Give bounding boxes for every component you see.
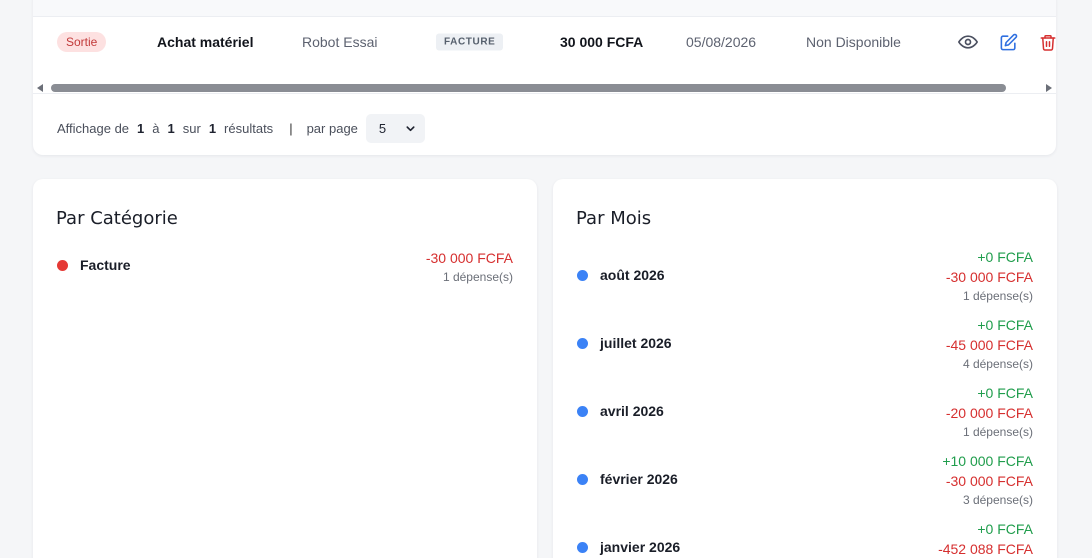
month-income: +0 FCFA: [977, 249, 1033, 265]
type-badge: Sortie: [57, 32, 107, 52]
scroll-right-arrow[interactable]: [1046, 84, 1052, 92]
transaction-title: Achat matériel: [157, 34, 254, 50]
month-name: avril 2026: [600, 403, 664, 419]
month-name: janvier 2026: [600, 539, 681, 555]
chevron-down-icon: [406, 125, 415, 131]
pagination-prefix: Affichage de: [57, 120, 130, 136]
transaction-status: Non Disponible: [806, 34, 901, 50]
month-dot: [577, 542, 588, 553]
category-badge: FACTURE: [436, 33, 504, 51]
month-count: 4 dépense(s): [962, 357, 1033, 371]
transactions-table-card: Sortie Achat matériel Robot Essai FACTUR…: [33, 0, 1056, 155]
month-values: +0 FCFA -45 000 FCFA 4 dépense(s): [946, 315, 1033, 373]
month-summary-card: Par Mois août 2026 +0 FCFA -30 000 FCFA 1 d…: [553, 179, 1057, 558]
pagination-results-word: résultats: [224, 120, 274, 136]
edit-button[interactable]: [997, 31, 1019, 53]
scroll-left-arrow[interactable]: [37, 84, 43, 92]
transaction-amount: 30 000 FCFA: [560, 34, 644, 50]
month-values: +0 FCFA -30 000 FCFA 1 dépense(s): [946, 247, 1033, 305]
month-values: +10 000 FCFA -30 000 FCFA 3 dépense(s): [942, 451, 1033, 509]
month-count: 3 dépense(s): [962, 493, 1033, 507]
pagination-separator: |: [289, 120, 293, 136]
pagination-total: 1: [208, 120, 217, 136]
pagination: Affichage de 1 à 1 sur 1 résultats | par…: [57, 113, 425, 143]
month-expense: -45 000 FCFA: [945, 337, 1033, 353]
edit-icon: [1000, 33, 1017, 50]
category-dot: [57, 260, 68, 271]
scrollbar-thumb[interactable]: [51, 84, 1006, 92]
per-page-select[interactable]: 5: [365, 113, 425, 143]
table-row: Sortie Achat matériel Robot Essai FACTUR…: [33, 17, 1056, 67]
pagination-to: 1: [167, 120, 175, 136]
month-values: +0 FCFA -452 088 FCFA: [938, 519, 1033, 558]
view-button[interactable]: [957, 31, 979, 53]
horizontal-scrollbar[interactable]: [33, 83, 1056, 94]
transaction-date: 05/08/2026: [686, 34, 757, 50]
month-income: +10 000 FCFA: [942, 453, 1033, 469]
month-card-title: Par Mois: [576, 208, 652, 229]
category-amount: -30 000 FCFA: [425, 250, 513, 266]
month-expense: -30 000 FCFA: [945, 473, 1033, 489]
month-expense: -452 088 FCFA: [938, 541, 1033, 557]
category-values: -30 000 FCFA 1 dépense(s): [426, 248, 513, 286]
month-dot: [577, 406, 588, 417]
category-summary-card: Par Catégorie Facture -30 000 FCFA 1 dépen…: [33, 179, 537, 558]
eye-icon: [958, 35, 978, 49]
table-header: [33, 0, 1056, 17]
pagination-from: 1: [137, 120, 145, 136]
transaction-user: Robot Essai: [302, 34, 378, 50]
per-page-value: 5: [378, 120, 387, 136]
category-count: 1 dépense(s): [442, 270, 513, 284]
month-name: juillet 2026: [600, 335, 672, 351]
category-card-title: Par Catégorie: [56, 208, 178, 229]
month-name: février 2026: [600, 471, 678, 487]
month-values: +0 FCFA -20 000 FCFA 1 dépense(s): [946, 383, 1033, 441]
month-expense: -20 000 FCFA: [945, 405, 1033, 421]
month-dot: [577, 474, 588, 485]
month-income: +0 FCFA: [977, 521, 1033, 537]
month-count: 1 dépense(s): [962, 289, 1033, 303]
month-dot: [577, 270, 588, 281]
page: Sortie Achat matériel Robot Essai FACTUR…: [0, 0, 1092, 558]
month-count: 1 dépense(s): [962, 425, 1033, 439]
delete-button[interactable]: [1037, 31, 1059, 53]
month-dot: [577, 338, 588, 349]
month-name: août 2026: [600, 267, 665, 283]
month-income: +0 FCFA: [977, 385, 1033, 401]
per-page-label: par page: [306, 120, 358, 136]
trash-icon: [1040, 34, 1056, 51]
month-income: +0 FCFA: [977, 317, 1033, 333]
month-expense: -30 000 FCFA: [945, 269, 1033, 285]
category-name: Facture: [80, 257, 131, 273]
pagination-of-word: sur: [182, 120, 201, 136]
pagination-to-word: à: [152, 120, 160, 136]
